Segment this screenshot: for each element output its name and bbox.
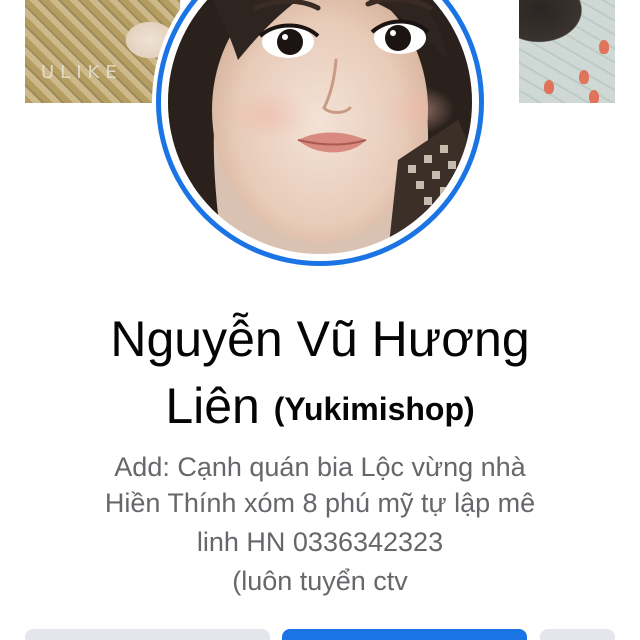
alternate-name: (Yukimishop)	[273, 391, 475, 427]
profile-avatar[interactable]	[152, 0, 488, 270]
more-options-button[interactable]	[540, 629, 615, 640]
cover-photo-right	[519, 0, 615, 103]
bio-line: Hiền Thính xóm 8 phú mỹ tự lập mê	[104, 488, 536, 518]
profile-photo-illustration	[168, 0, 472, 254]
bio-line: (luôn tuyển ctv	[232, 566, 408, 596]
bio-line: Add: Cạnh quán bia Lộc vừng nhà	[114, 452, 526, 482]
profile-name: Nguyễn Vũ Hương	[20, 308, 620, 370]
avatar-photo	[168, 0, 472, 254]
bio-line: linh HN 0336342323	[196, 527, 444, 557]
avatar-border	[161, 0, 479, 261]
profile-name-line1: Nguyễn Vũ Hương	[110, 311, 530, 367]
story-ring	[156, 0, 484, 266]
primary-action-button[interactable]	[282, 629, 527, 640]
secondary-action-button[interactable]	[25, 629, 270, 640]
profile-name-continued: Liên (Yukimishop)	[20, 375, 620, 440]
profile-name-line2: Liên	[165, 378, 260, 434]
profile-page: ULIKE Nguyễn Vũ Hương Liên (Yukimishop) …	[0, 0, 640, 640]
cover-watermark: ULIKE	[41, 62, 123, 83]
